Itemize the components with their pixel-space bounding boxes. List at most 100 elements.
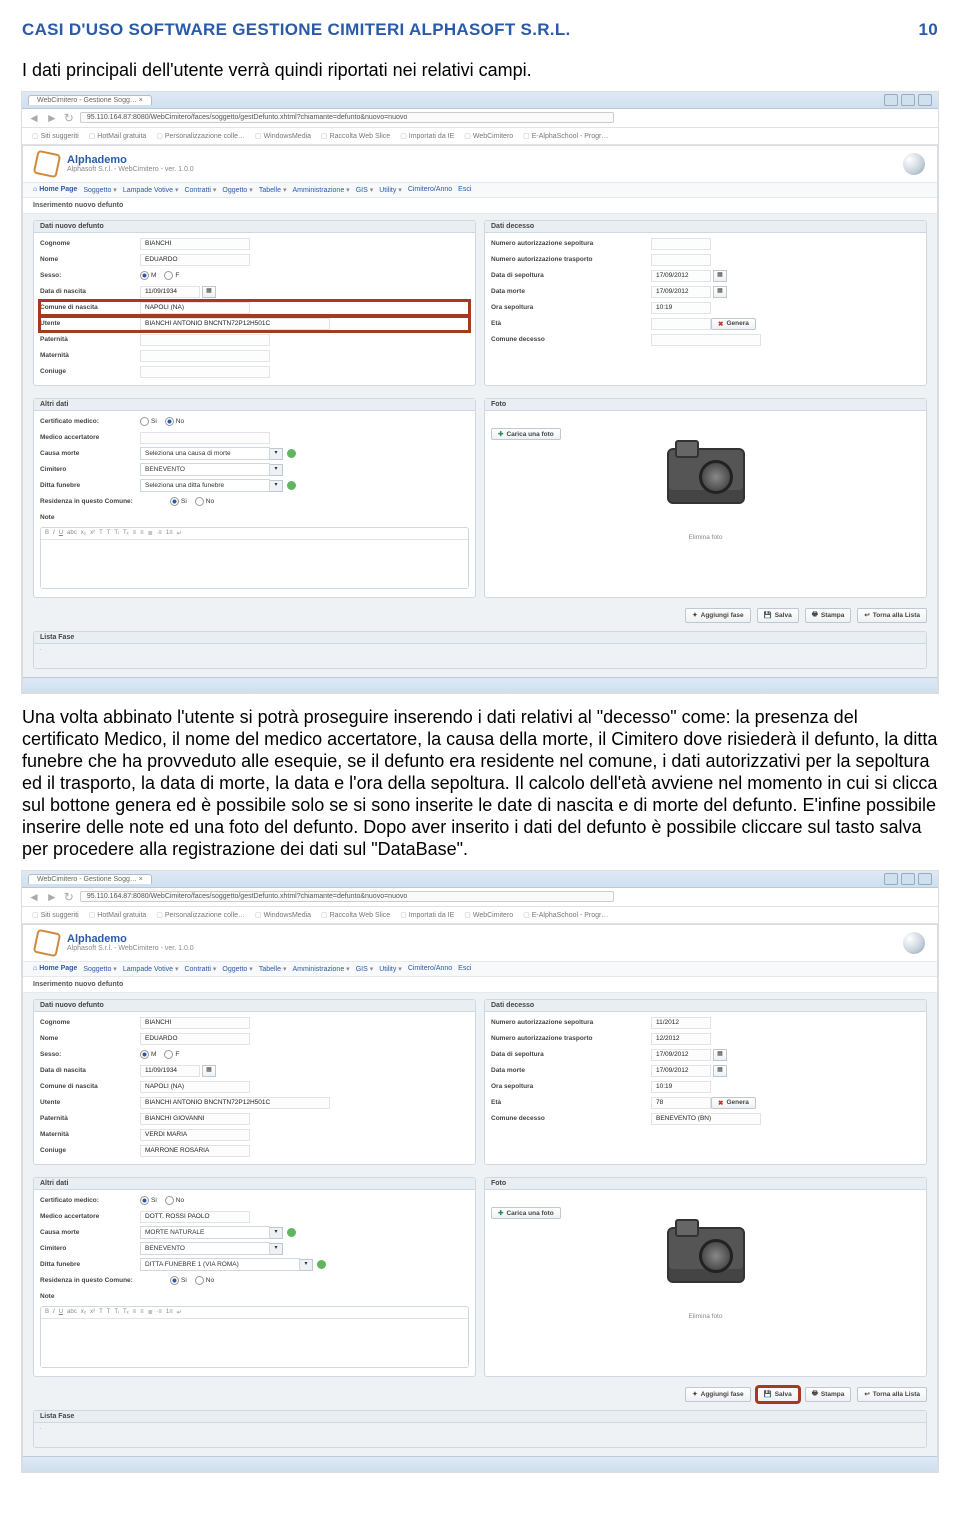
- aggiungi-fase-button[interactable]: ✦ Aggiungi fase: [685, 1387, 750, 1402]
- bookmark[interactable]: HotMail gratuita: [89, 911, 147, 919]
- menu-item[interactable]: GIS: [356, 186, 374, 194]
- calendar-icon[interactable]: ▦: [713, 1065, 727, 1077]
- cimitero-select[interactable]: BENEVENTO: [140, 1242, 270, 1255]
- bookmark[interactable]: WindowsMedia: [255, 132, 311, 140]
- bookmark[interactable]: Raccolta Web Slice: [321, 911, 390, 919]
- calendar-icon[interactable]: ▦: [713, 270, 727, 282]
- data-morte-field[interactable]: 17/09/2012: [651, 1065, 711, 1077]
- nav-back-icon[interactable]: ◄: [28, 890, 40, 904]
- note-editor[interactable]: BIUabcx₂x²TTTᵢTₓ≡≡≣∙≡1≡↵: [40, 527, 469, 589]
- sesso-f-radio[interactable]: F: [164, 1050, 179, 1059]
- nav-reload-icon[interactable]: ↻: [64, 111, 74, 125]
- ditta-select[interactable]: DITTA FUNEBRE 1 (VIA ROMA): [140, 1258, 300, 1271]
- rte-toolbar[interactable]: BIUabcx₂x²TTTᵢTₓ≡≡≣∙≡1≡↵: [41, 528, 468, 540]
- menu-item[interactable]: Tabelle: [259, 186, 287, 194]
- nav-fwd-icon[interactable]: ►: [46, 890, 58, 904]
- calendar-icon[interactable]: ▦: [202, 1065, 216, 1077]
- url-field[interactable]: 95.110.164.87:8080/WebCimitero/faces/sog…: [80, 891, 614, 902]
- cognome-field[interactable]: BIANCHI: [140, 238, 250, 250]
- stampa-button[interactable]: 🖶 Stampa: [805, 1387, 852, 1402]
- elimina-foto-link[interactable]: Elimina foto: [689, 1313, 723, 1320]
- naut-tra-field[interactable]: 12/2012: [651, 1033, 711, 1045]
- chevron-down-icon[interactable]: ▾: [270, 1243, 283, 1255]
- paternita-field[interactable]: BIANCHI GIOVANNI: [140, 1113, 250, 1125]
- carica-foto-button[interactable]: Carica una foto: [491, 428, 561, 440]
- medico-field[interactable]: [140, 432, 270, 444]
- comune-dec-field[interactable]: BENEVENTO (BN): [651, 1113, 761, 1125]
- bookmark[interactable]: E-AlphaSchool - Progr…: [523, 132, 608, 140]
- causa-select[interactable]: MORTE NATURALE: [140, 1226, 270, 1239]
- carica-foto-button[interactable]: Carica una foto: [491, 1207, 561, 1219]
- menu-item[interactable]: Cimitero/Anno: [408, 965, 452, 973]
- torna-button[interactable]: ↩ Torna alla Lista: [857, 608, 927, 623]
- aggiungi-fase-button[interactable]: ✦ Aggiungi fase: [685, 608, 750, 623]
- data-morte-field[interactable]: 17/09/2012: [651, 286, 711, 298]
- menu-item[interactable]: ⌂ Home Page: [33, 186, 77, 194]
- utente-field[interactable]: BIANCHI ANTONIO BNCNTN72P12H501C: [140, 318, 330, 330]
- comune-dec-field[interactable]: [651, 334, 761, 346]
- calendar-icon[interactable]: ▦: [713, 1049, 727, 1061]
- naut-sep-field[interactable]: 11/2012: [651, 1017, 711, 1029]
- res-si-radio[interactable]: Si: [170, 497, 187, 506]
- genera-button[interactable]: Genera: [711, 318, 756, 330]
- browser-tab[interactable]: WebCimitero - Gestione Sogg… ×: [28, 874, 152, 884]
- rte-toolbar[interactable]: BIUabcx₂x²TTTᵢTₓ≡≡≣∙≡1≡↵: [41, 1307, 468, 1319]
- bookmark[interactable]: Importati da IE: [400, 132, 454, 140]
- nav-back-icon[interactable]: ◄: [28, 111, 40, 125]
- medico-field[interactable]: DOTT. ROSSI PAOLO: [140, 1211, 250, 1223]
- res-no-radio[interactable]: No: [195, 1276, 214, 1285]
- ora-sep-field[interactable]: 10:19: [651, 1081, 711, 1093]
- comune-field[interactable]: NAPOLI (NA): [140, 1081, 250, 1093]
- browser-tab[interactable]: WebCimitero - Gestione Sogg… ×: [28, 95, 152, 105]
- bookmark[interactable]: HotMail gratuita: [89, 132, 147, 140]
- data-sep-field[interactable]: 17/09/2012: [651, 1049, 711, 1061]
- bookmark[interactable]: WindowsMedia: [255, 911, 311, 919]
- url-field[interactable]: 95.110.164.87:8080/WebCimitero/faces/sog…: [80, 112, 614, 123]
- chevron-down-icon[interactable]: ▾: [270, 448, 283, 460]
- bookmark[interactable]: WebCimitero: [464, 132, 513, 140]
- dob-field[interactable]: 11/09/1934: [140, 286, 200, 298]
- bookmark[interactable]: E-AlphaSchool - Progr…: [523, 911, 608, 919]
- salva-button[interactable]: 💾 Salva: [757, 1387, 799, 1402]
- cert-no-radio[interactable]: No: [165, 1196, 184, 1205]
- chevron-down-icon[interactable]: ▾: [270, 1227, 283, 1239]
- calendar-icon[interactable]: ▦: [713, 286, 727, 298]
- chevron-down-icon[interactable]: ▾: [270, 480, 283, 492]
- cimitero-select[interactable]: BENEVENTO: [140, 463, 270, 476]
- salva-button[interactable]: 💾 Salva: [757, 608, 799, 623]
- maternita-field[interactable]: [140, 350, 270, 362]
- utente-field[interactable]: BIANCHI ANTONIO BNCNTN72P12H501C: [140, 1097, 330, 1109]
- bookmark[interactable]: Raccolta Web Slice: [321, 132, 390, 140]
- elimina-foto-link[interactable]: Elimina foto: [689, 534, 723, 541]
- nav-reload-icon[interactable]: ↻: [64, 890, 74, 904]
- window-controls[interactable]: [884, 873, 932, 885]
- menu-item[interactable]: Contratti: [184, 965, 216, 973]
- menu-item[interactable]: Utility: [379, 186, 402, 194]
- cognome-field[interactable]: BIANCHI: [140, 1017, 250, 1029]
- res-no-radio[interactable]: No: [195, 497, 214, 506]
- menu-item[interactable]: Soggetto: [83, 186, 117, 194]
- menu-item[interactable]: Amministrazione: [292, 186, 349, 194]
- add-icon[interactable]: [287, 481, 296, 490]
- add-icon[interactable]: [317, 1260, 326, 1269]
- data-sep-field[interactable]: 17/09/2012: [651, 270, 711, 282]
- naut-sep-field[interactable]: [651, 238, 711, 250]
- menu-item[interactable]: Esci: [458, 186, 471, 194]
- chevron-down-icon[interactable]: ▾: [300, 1259, 313, 1271]
- bookmark[interactable]: Siti suggeriti: [32, 911, 79, 919]
- note-editor[interactable]: BIUabcx₂x²TTTᵢTₓ≡≡≣∙≡1≡↵: [40, 1306, 469, 1368]
- bookmark[interactable]: Personalizzazione colle…: [156, 132, 245, 140]
- cert-no-radio[interactable]: No: [165, 417, 184, 426]
- menu-item[interactable]: Cimitero/Anno: [408, 186, 452, 194]
- res-si-radio[interactable]: Si: [170, 1276, 187, 1285]
- causa-select[interactable]: Seleziona una causa di morte: [140, 447, 270, 460]
- bookmark[interactable]: Personalizzazione colle…: [156, 911, 245, 919]
- window-controls[interactable]: [884, 94, 932, 106]
- menu-item[interactable]: Utility: [379, 965, 402, 973]
- chevron-down-icon[interactable]: ▾: [270, 464, 283, 476]
- bookmark[interactable]: Importati da IE: [400, 911, 454, 919]
- dob-field[interactable]: 11/09/1934: [140, 1065, 200, 1077]
- menu-item[interactable]: Amministrazione: [292, 965, 349, 973]
- menu-item[interactable]: Tabelle: [259, 965, 287, 973]
- calendar-icon[interactable]: ▦: [202, 286, 216, 298]
